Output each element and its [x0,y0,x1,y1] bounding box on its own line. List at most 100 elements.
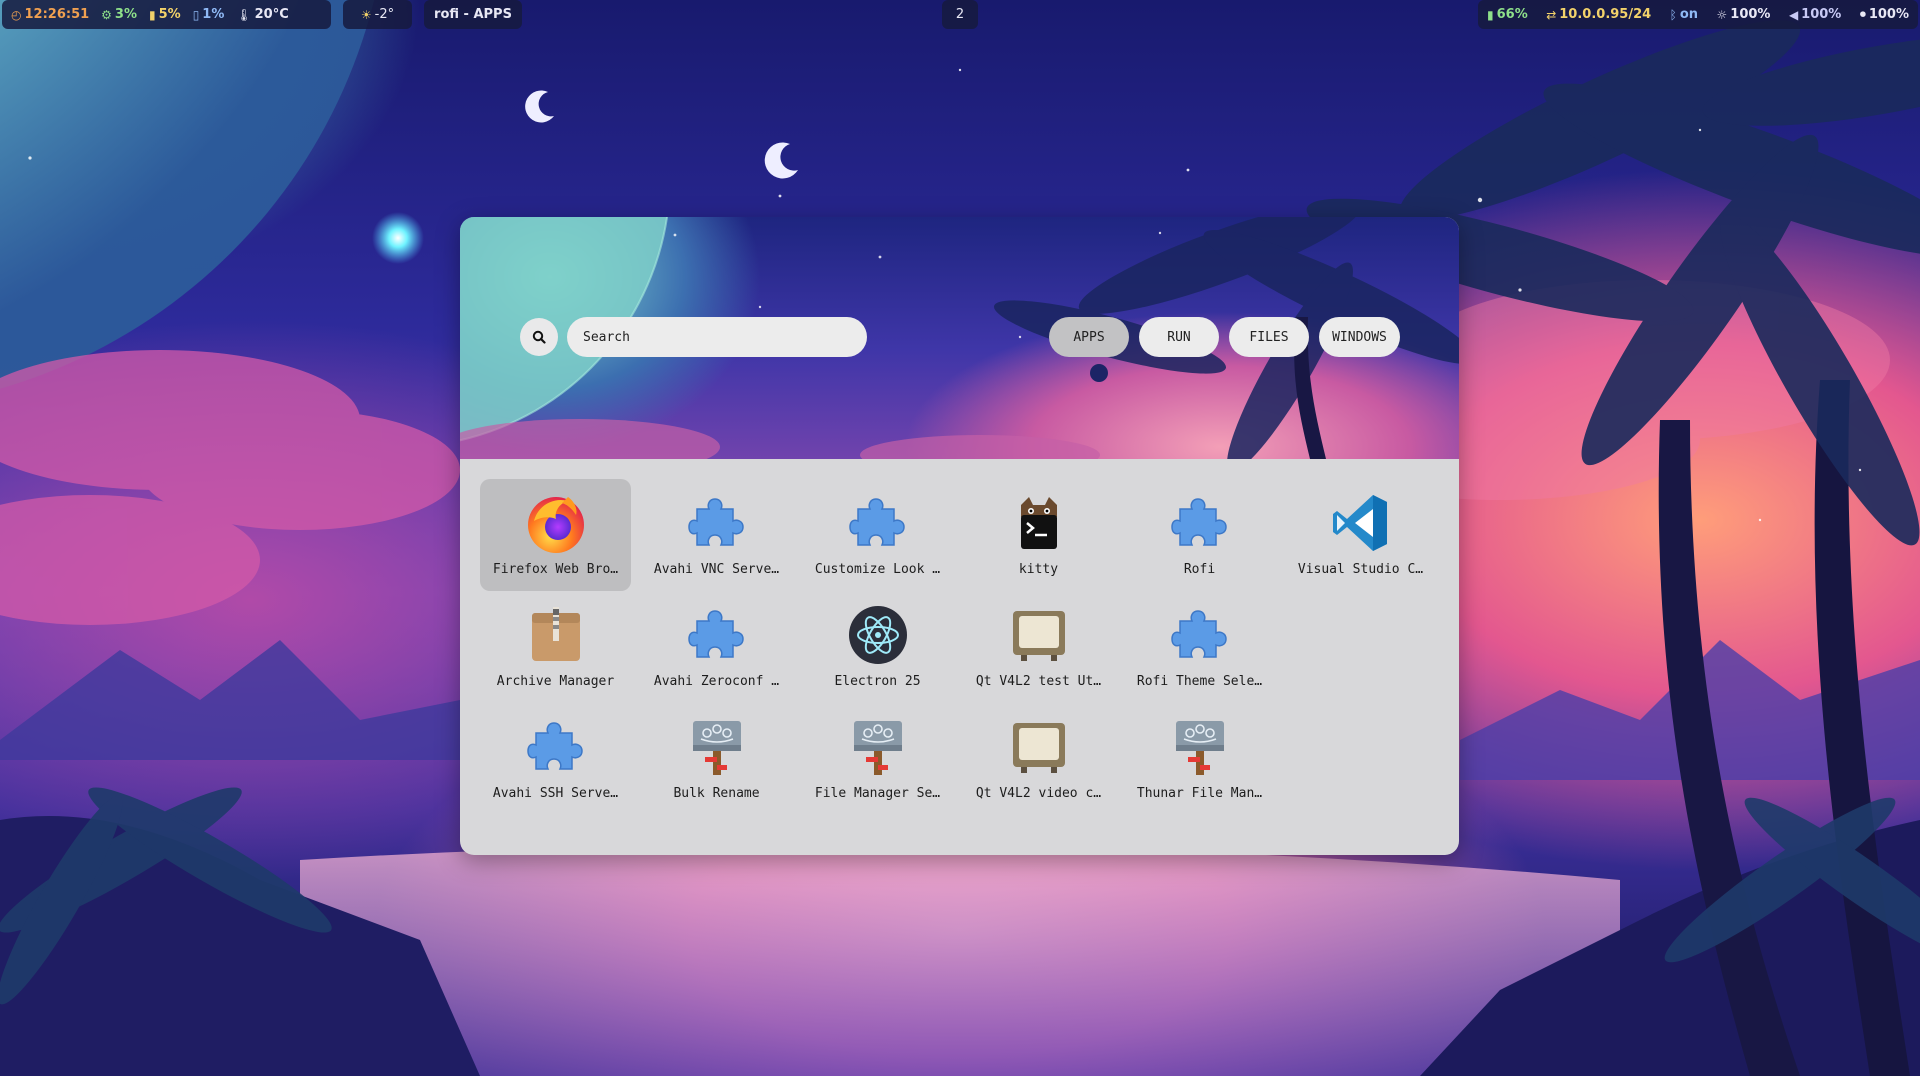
app-grid-empty-cell [1285,591,1436,703]
puzzle-icon [1170,498,1227,546]
app-item-avahi-zeroconf[interactable]: Avahi Zeroconf … [641,591,792,703]
mode-switcher: APPS RUN FILES WINDOWS [1049,317,1400,357]
temperature-value: 20°C [254,7,289,22]
app-item-qt-v4l2-test[interactable]: Qt V4L2 test Ut… [963,591,1114,703]
brightness-icon: ☼ [1716,7,1728,22]
search-icon [532,330,546,344]
mode-run-button[interactable]: RUN [1139,317,1219,357]
app-item-qt-v4l2-capture[interactable]: Qt V4L2 video c… [963,703,1114,815]
disk-icon: ▯ [192,7,200,22]
cpu-module[interactable]: ⚙ 3% [101,7,137,22]
status-module: ▮ 66% ⇄ 10.0.0.95/24 ᛒ on ☼ 100% ◀ 100% … [1478,0,1918,29]
top-bar: ◴ 12:26:51 ⚙ 3% ▮ 5% ▯ 1% 🌡 20°C ☀ -2° r… [0,0,1920,31]
workspace-number: 2 [955,7,965,22]
microphone-value: 100% [1868,7,1909,22]
volume-module[interactable]: ◀ 100% [1789,7,1841,22]
battery-icon: ▮ [1487,7,1494,22]
app-item-avahi-ssh[interactable]: Avahi SSH Serve… [480,703,631,815]
workspace-indicator[interactable]: 2 [942,0,978,29]
search-input[interactable]: Search [567,317,867,357]
brightness-value: 100% [1730,7,1771,22]
app-item-firefox[interactable]: Firefox Web Bro… [480,479,631,591]
disk-value: 1% [202,7,225,22]
mode-run-label: RUN [1167,329,1191,345]
launcher-header: Search APPS RUN FILES WINDOWS [460,217,1459,459]
weather-module[interactable]: ☀ -2° [343,0,412,29]
mode-windows-button[interactable]: WINDOWS [1319,317,1400,357]
bulk-rename-icon [692,721,741,775]
firefox-icon [527,497,584,553]
app-label: Rofi [1183,562,1216,577]
app-label: Avahi Zeroconf … [653,674,780,689]
app-label: Bulk Rename [673,786,760,801]
tv-icon [1012,723,1065,773]
bluetooth-module[interactable]: ᛒ on [1670,7,1698,22]
tv-icon [1012,611,1065,661]
microphone-module[interactable]: ⏺ 100% [1860,7,1909,22]
app-item-electron[interactable]: Electron 25 [802,591,953,703]
bluetooth-icon: ᛒ [1669,7,1677,22]
app-grid: Firefox Web Bro… Avahi VNC Serve… Custom… [480,479,1440,815]
app-item-rofi[interactable]: Rofi [1124,479,1275,591]
cpu-icon: ⚙ [101,7,112,22]
app-label: Visual Studio C… [1297,562,1424,577]
brightness-module[interactable]: ☼ 100% [1717,7,1771,22]
mode-apps-button[interactable]: APPS [1049,317,1129,357]
archive-icon [531,607,580,661]
app-item-avahi-vnc[interactable]: Avahi VNC Serve… [641,479,792,591]
app-label: Qt V4L2 test Ut… [975,674,1102,689]
temperature-module[interactable]: 🌡 20°C [236,7,288,22]
app-item-customize-look[interactable]: Customize Look … [802,479,953,591]
app-label: Customize Look … [814,562,941,577]
app-label: Firefox Web Bro… [492,562,619,577]
app-item-bulk-rename[interactable]: Bulk Rename [641,703,792,815]
puzzle-icon [526,722,583,770]
thermometer-icon: 🌡 [236,7,252,22]
app-item-vscode[interactable]: Visual Studio C… [1285,479,1436,591]
app-label: Avahi SSH Serve… [492,786,619,801]
app-item-rofi-theme-selector[interactable]: Rofi Theme Sele… [1124,591,1275,703]
app-label: Archive Manager [496,674,615,689]
vscode-icon [1332,495,1387,551]
disk-module[interactable]: ▯ 1% [193,7,225,22]
app-label: kitty [1018,562,1059,577]
app-label: Rofi Theme Sele… [1136,674,1263,689]
search-button[interactable] [520,318,558,356]
window-title-module: rofi - APPS [424,0,522,29]
app-item-kitty[interactable]: kitty [963,479,1114,591]
battery-value: 66% [1496,7,1528,22]
weather-value: -2° [374,7,395,22]
app-item-file-manager-settings[interactable]: File Manager Se… [802,703,953,815]
clock-module[interactable]: ◴ 12:26:51 [11,7,89,22]
network-value: 10.0.0.95/24 [1559,7,1652,22]
electron-icon [848,606,907,664]
rofi-launcher-window: Search APPS RUN FILES WINDOWS Firefox We… [460,217,1459,855]
bluetooth-value: on [1679,7,1699,22]
battery-module[interactable]: ▮ 66% [1487,7,1528,22]
app-item-thunar[interactable]: Thunar File Man… [1124,703,1275,815]
app-label: Qt V4L2 video c… [975,786,1102,801]
speaker-icon: ◀ [1788,7,1799,22]
clock-value: 12:26:51 [24,7,90,22]
clock-icon: ◴ [11,7,22,22]
mode-apps-label: APPS [1073,329,1105,345]
volume-value: 100% [1801,7,1842,22]
system-stats-module: ◴ 12:26:51 ⚙ 3% ▮ 5% ▯ 1% 🌡 20°C [2,0,331,29]
puzzle-icon [687,498,744,546]
mode-files-button[interactable]: FILES [1229,317,1309,357]
network-icon: ⇄ [1546,7,1557,22]
network-module[interactable]: ⇄ 10.0.0.95/24 [1546,7,1651,22]
cpu-value: 3% [114,7,137,22]
mode-files-label: FILES [1249,329,1289,345]
sun-icon: ☀ [360,7,372,22]
app-item-archive-manager[interactable]: Archive Manager [480,591,631,703]
puzzle-icon [1170,610,1227,658]
app-label: Thunar File Man… [1136,786,1263,801]
microphone-icon: ⏺ [1859,7,1866,21]
kitty-icon [1020,497,1057,549]
search-placeholder: Search [583,329,630,345]
memory-value: 5% [158,7,181,22]
puzzle-icon [848,498,905,546]
memory-module[interactable]: ▮ 5% [149,7,181,22]
app-label: File Manager Se… [814,786,941,801]
